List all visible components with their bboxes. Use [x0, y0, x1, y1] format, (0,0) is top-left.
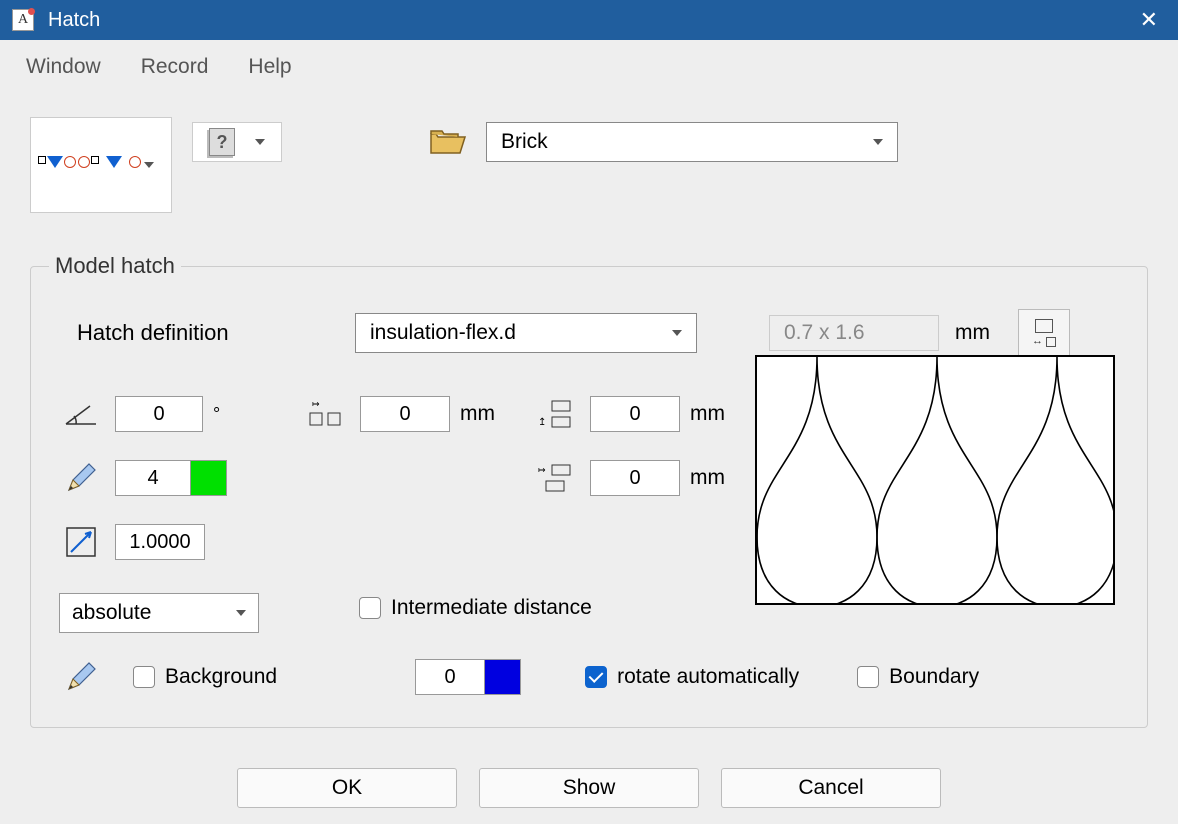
- svg-text:↦: ↦: [312, 399, 320, 409]
- chevron-down-icon: [236, 610, 246, 616]
- background-label: Background: [165, 665, 277, 689]
- intermediate-distance-label: Intermediate distance: [391, 596, 592, 620]
- pencil-icon: [59, 462, 103, 494]
- angle-unit: °: [213, 404, 220, 425]
- svg-text:↥: ↥: [538, 417, 546, 428]
- model-hatch-group: Model hatch Hatch definition insulation-…: [30, 253, 1148, 728]
- vertical-offset-input[interactable]: [590, 396, 680, 432]
- ok-button[interactable]: OK: [237, 768, 457, 808]
- footer-buttons: OK Show Cancel: [0, 768, 1178, 808]
- cancel-button[interactable]: Cancel: [721, 768, 941, 808]
- show-button[interactable]: Show: [479, 768, 699, 808]
- toolbar-row: ? Brick: [30, 117, 1148, 227]
- symbol-palette-icons: [37, 126, 142, 204]
- menu-record[interactable]: Record: [141, 55, 209, 79]
- menu-help[interactable]: Help: [248, 55, 291, 79]
- chevron-down-icon: [255, 139, 265, 145]
- menubar: Window Record Help: [0, 40, 1178, 95]
- dialog-content: ? Brick Model hatch Hatch definition ins…: [0, 95, 1178, 824]
- scale-icon: [59, 527, 103, 557]
- pen-number-input[interactable]: [115, 460, 191, 496]
- horizontal-offset-input[interactable]: [590, 460, 680, 496]
- background-checkbox[interactable]: [133, 666, 155, 688]
- boundary-label: Boundary: [889, 665, 979, 689]
- material-category-value: Brick: [501, 130, 873, 154]
- group-legend: Model hatch: [49, 253, 181, 279]
- hatch-definition-combo[interactable]: insulation-flex.d: [355, 313, 697, 353]
- dimensions-display: 0.7 x 1.6: [769, 315, 939, 351]
- horizontal-offset-icon: ↦: [534, 463, 578, 493]
- svg-text:↦: ↦: [538, 465, 546, 475]
- angle-input[interactable]: [115, 396, 203, 432]
- open-folder-button[interactable]: [430, 129, 466, 160]
- horizontal-spacing-input[interactable]: [360, 396, 450, 432]
- titlebar: A Hatch ✕: [0, 0, 1178, 40]
- menu-window[interactable]: Window: [26, 55, 101, 79]
- unit-mm: mm: [460, 402, 495, 426]
- question-mark-icon: ?: [209, 128, 235, 156]
- vertical-offset-icon: ↥: [534, 399, 578, 429]
- unit-mm: mm: [690, 402, 725, 426]
- chevron-down-icon: [672, 330, 682, 336]
- rotate-automatically-checkbox[interactable]: [585, 666, 607, 688]
- help-dropdown-button[interactable]: ?: [192, 122, 282, 162]
- background-color-swatch[interactable]: [485, 659, 521, 695]
- angle-icon: [59, 402, 103, 426]
- hatch-definition-label: Hatch definition: [77, 320, 355, 346]
- hatch-definition-value: insulation-flex.d: [370, 321, 672, 345]
- hatch-preview: [755, 355, 1115, 605]
- symbol-palette-dropdown[interactable]: [30, 117, 172, 213]
- chevron-down-icon: [144, 162, 154, 168]
- unit-mm: mm: [690, 466, 725, 490]
- app-icon: A: [12, 9, 34, 31]
- background-pen-input[interactable]: [415, 659, 485, 695]
- pen-color-swatch[interactable]: [191, 460, 227, 496]
- scale-mode-combo[interactable]: absolute: [59, 593, 259, 633]
- horizontal-spacing-icon: ↦: [304, 399, 348, 429]
- window-title: Hatch: [48, 9, 1132, 32]
- scale-mode-value: absolute: [72, 601, 236, 625]
- chevron-down-icon: [873, 139, 883, 145]
- pencil-icon: [59, 661, 103, 693]
- dimensions-unit: mm: [955, 321, 990, 345]
- scale-input[interactable]: [115, 524, 205, 560]
- rotate-automatically-label: rotate automatically: [617, 665, 799, 689]
- close-icon[interactable]: ✕: [1132, 7, 1166, 33]
- size-mode-button[interactable]: ↔: [1018, 309, 1070, 357]
- material-category-combo[interactable]: Brick: [486, 122, 898, 162]
- intermediate-distance-checkbox[interactable]: [359, 597, 381, 619]
- boundary-checkbox[interactable]: [857, 666, 879, 688]
